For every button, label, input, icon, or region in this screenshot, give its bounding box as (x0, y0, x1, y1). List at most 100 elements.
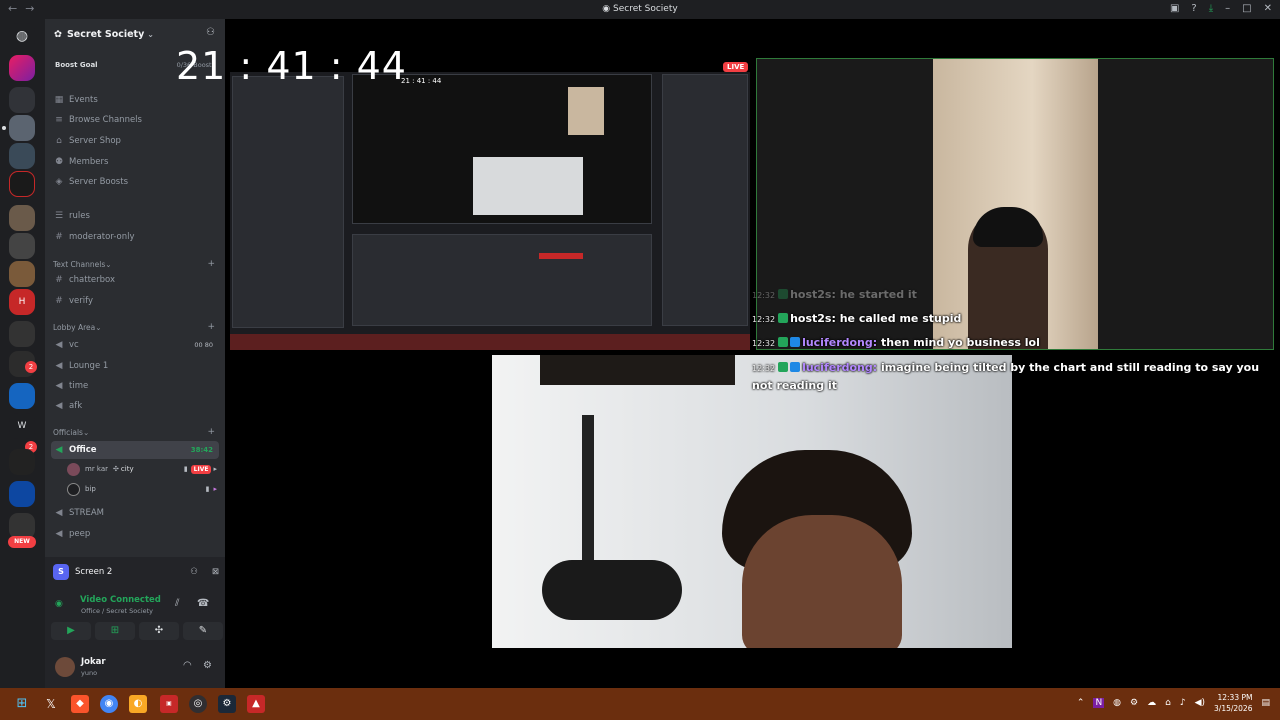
onedrive-icon[interactable]: ☁ (1147, 698, 1156, 708)
activities-button[interactable]: ✣ (139, 622, 179, 640)
noise-suppression-icon[interactable]: ⫽ (175, 598, 179, 609)
hash-icon: # (55, 296, 63, 306)
help-icon[interactable]: ? (1191, 3, 1196, 14)
download-icon[interactable]: ⤓ (1209, 3, 1213, 14)
server-rail: ◍ H 2 W 2 NEW (0, 19, 45, 688)
channel-events[interactable]: ▦ Events (51, 91, 219, 109)
speaker-icon: ◀ (55, 445, 63, 455)
server-icon-secret-society[interactable] (9, 115, 35, 141)
hash-icon: # (55, 232, 63, 242)
category-text-channels[interactable]: Text Channels ⌄ + (53, 257, 217, 271)
channel-moderator-only[interactable]: # moderator-only (51, 228, 219, 246)
shared-screen[interactable]: 21 : 41 : 44 (230, 72, 750, 350)
network-icon[interactable]: ⌂ (1165, 698, 1171, 708)
brave-browser-icon[interactable]: ◆ (71, 695, 89, 713)
onenote-icon[interactable]: N (1093, 698, 1105, 708)
server-icon-5[interactable] (9, 205, 35, 231)
user-panel[interactable]: Jokar yuno ◠ ⚙ (53, 655, 219, 681)
chevron-down-icon: ⌄ (95, 322, 102, 332)
sub-badge-icon (790, 337, 801, 347)
hash-list-icon: ≡ (55, 115, 63, 125)
voice-member-mr-kar[interactable]: mr kar ✣ city ▮ LIVE ▸ (67, 461, 217, 477)
chrome-icon[interactable]: ◉ (100, 695, 118, 713)
voice-channel-vc[interactable]: ◀ vc 00 80 (51, 336, 219, 354)
notification-icon[interactable]: ▤ (1261, 698, 1270, 708)
stream-icon: ▸ (213, 485, 217, 493)
video-editor-icon[interactable]: ▣ (160, 695, 178, 713)
channel-rules[interactable]: ☰ rules (51, 207, 219, 225)
server-icon-6[interactable] (9, 233, 35, 259)
add-channel-icon[interactable]: + (207, 322, 215, 332)
category-officials[interactable]: Officials ⌄ + (53, 425, 217, 439)
server-icon-11[interactable] (9, 383, 35, 409)
calendar-icon: ▦ (54, 95, 64, 105)
app-icon[interactable]: ◐ (129, 695, 147, 713)
voice-location[interactable]: Office / Secret Society (81, 607, 153, 615)
voice-channel-peep[interactable]: ◀ peep (51, 525, 219, 543)
disconnect-icon[interactable]: ☎ (197, 598, 209, 609)
mod-badge-icon (778, 337, 789, 347)
channel-chatterbox[interactable]: # chatterbox (51, 271, 219, 289)
add-channel-icon[interactable]: + (207, 427, 215, 437)
chat-message: 12:32 luciferdong: then mind yo business … (752, 336, 1040, 349)
chevron-down-icon: ⌄ (82, 427, 90, 437)
live-badge: LIVE (190, 464, 212, 474)
voice-channel-time[interactable]: ◀ time (51, 377, 219, 395)
voice-channel-lounge-1[interactable]: ◀ Lounge 1 (51, 357, 219, 375)
server-icon-3[interactable] (9, 143, 35, 169)
server-icon-13[interactable] (9, 449, 35, 475)
screen-share-button[interactable]: ⊞ (95, 622, 135, 640)
voice-channel-afk[interactable]: ◀ afk (51, 397, 219, 415)
server-icon-14[interactable] (9, 481, 35, 507)
server-icon-2[interactable] (9, 87, 35, 113)
durag (973, 207, 1043, 247)
capture-chat-panel (662, 74, 748, 326)
steam-tray-icon[interactable]: ⚙ (1130, 698, 1138, 708)
channel-server-boosts[interactable]: ◈ Server Boosts (51, 173, 219, 191)
speaker-icon: ◀ (55, 381, 63, 391)
voice-member-bip[interactable]: bip ▮ ▸ (67, 481, 217, 497)
headphones-icon[interactable]: ◠ (183, 660, 192, 671)
voice-channel-stream[interactable]: ◀ STREAM (51, 504, 219, 522)
channel-browse-channels[interactable]: ≡ Browse Channels (51, 111, 219, 129)
add-channel-icon[interactable]: + (207, 259, 215, 269)
webcam-main[interactable] (492, 355, 1012, 648)
server-icon-7[interactable] (9, 261, 35, 287)
channel-verify[interactable]: # verify (51, 292, 219, 310)
soundboard-button[interactable]: ✎ (183, 622, 223, 640)
webcam-secondary[interactable] (756, 58, 1274, 350)
channel-server-shop[interactable]: ⌂ Server Shop (51, 132, 219, 150)
camera-button[interactable]: ▶ (51, 622, 91, 640)
server-icon-8[interactable]: H (9, 289, 35, 315)
microphone-icon[interactable]: ♪ (1180, 698, 1186, 708)
minimize-button[interactable]: – (1225, 3, 1230, 14)
chevron-up-icon[interactable]: ⌃ (1077, 698, 1085, 708)
steam-icon[interactable]: ⚙ (218, 695, 236, 713)
popout-icon[interactable]: ⚇ (190, 567, 198, 577)
obs-icon[interactable]: ◎ (189, 695, 207, 713)
discord-home-icon[interactable]: ◍ (9, 23, 35, 49)
x-app-icon[interactable]: 𝕏 (42, 695, 60, 713)
windows-start-icon[interactable]: ⊞ (13, 695, 31, 713)
server-icon-1[interactable] (9, 55, 35, 81)
stop-stream-icon[interactable]: ⊠ (212, 567, 219, 577)
hash-icon: # (55, 275, 63, 285)
server-icon-12[interactable]: W (9, 413, 35, 439)
server-icon-9[interactable] (9, 321, 35, 347)
maximize-button[interactable]: □ (1242, 3, 1251, 14)
activity-icon: ✣ (113, 465, 119, 473)
voice-channel-office[interactable]: ◀ Office 38:42 (51, 441, 219, 459)
server-icon-4[interactable] (9, 171, 35, 197)
tray-app-icon[interactable]: ◍ (1113, 698, 1121, 708)
category-lobby-area[interactable]: Lobby Area ⌄ + (53, 320, 217, 334)
close-button[interactable]: ✕ (1264, 3, 1272, 14)
invite-people-icon[interactable]: ⚇ (206, 27, 215, 38)
taskbar-clock[interactable]: 12:33 PM 3/15/2026 (1214, 692, 1252, 714)
inbox-icon[interactable]: ▣ (1170, 3, 1179, 14)
speaker-icon: ◀ (55, 529, 63, 539)
channel-members[interactable]: ⚉ Members (51, 153, 219, 171)
screen-share-item[interactable]: S Screen 2 ⚇ ⊠ (53, 563, 219, 581)
volume-icon[interactable]: ◀) (1195, 698, 1205, 708)
app-icon-red[interactable]: ▲ (247, 695, 265, 713)
gear-icon[interactable]: ⚙ (203, 660, 212, 671)
